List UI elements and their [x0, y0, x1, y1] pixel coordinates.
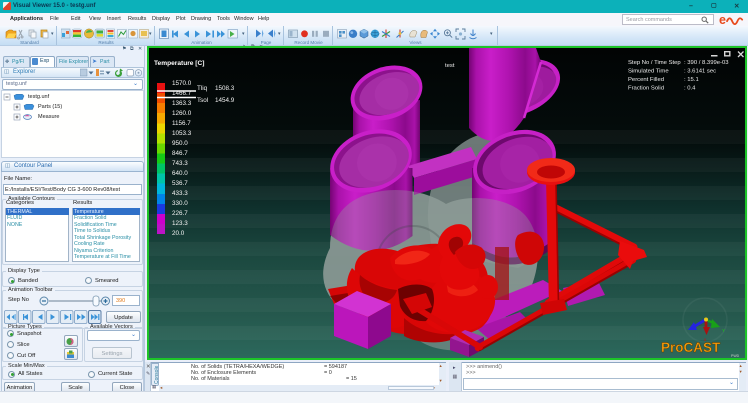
svg-text:: 390 / 8.399e-03: : 390 / 8.399e-03 — [684, 60, 729, 66]
svg-text:950.0: 950.0 — [172, 140, 188, 147]
svg-text:Tliq: Tliq — [197, 85, 208, 92]
svg-text:1570.0: 1570.0 — [172, 80, 192, 87]
svg-text:e: e — [719, 13, 726, 26]
svg-text:1053.3: 1053.3 — [172, 130, 192, 137]
svg-text:Tsol: Tsol — [197, 97, 208, 104]
svg-text:: 15.1: : 15.1 — [684, 77, 699, 83]
svg-text:846.7: 846.7 — [172, 150, 188, 157]
svg-text:1363.3: 1363.3 — [172, 100, 192, 107]
svg-text:330.0: 330.0 — [172, 200, 188, 207]
svg-text:123.3: 123.3 — [172, 220, 188, 227]
svg-text:536.7: 536.7 — [172, 180, 188, 187]
svg-text:1260.0: 1260.0 — [172, 110, 192, 117]
svg-text:Fraction Solid: Fraction Solid — [628, 86, 664, 92]
svg-text:1508.3: 1508.3 — [215, 85, 235, 92]
svg-text:PWD: PWD — [731, 354, 740, 358]
svg-text:226.7: 226.7 — [172, 210, 188, 217]
svg-text:1454.9: 1454.9 — [215, 97, 235, 104]
svg-text:Temperature [C]: Temperature [C] — [154, 60, 204, 67]
svg-text:Console: Console — [154, 365, 160, 384]
svg-text:ProCAST: ProCAST — [661, 340, 721, 355]
svg-text:test: test — [445, 63, 455, 69]
svg-text:Percent Filled: Percent Filled — [628, 77, 664, 83]
svg-text:1156.7: 1156.7 — [172, 120, 191, 127]
svg-text:433.3: 433.3 — [172, 190, 188, 197]
svg-text:Step No / Time Step: Step No / Time Step — [628, 60, 681, 66]
svg-text:: 0.4: : 0.4 — [684, 86, 696, 92]
svg-text:640.0: 640.0 — [172, 170, 188, 177]
svg-text:743.3: 743.3 — [172, 160, 188, 167]
svg-text:: 3.6141 sec: : 3.6141 sec — [684, 69, 716, 75]
svg-text:Simulated Time: Simulated Time — [628, 69, 669, 75]
svg-text:Y: Y — [722, 328, 725, 333]
svg-text:20.0: 20.0 — [172, 230, 185, 237]
